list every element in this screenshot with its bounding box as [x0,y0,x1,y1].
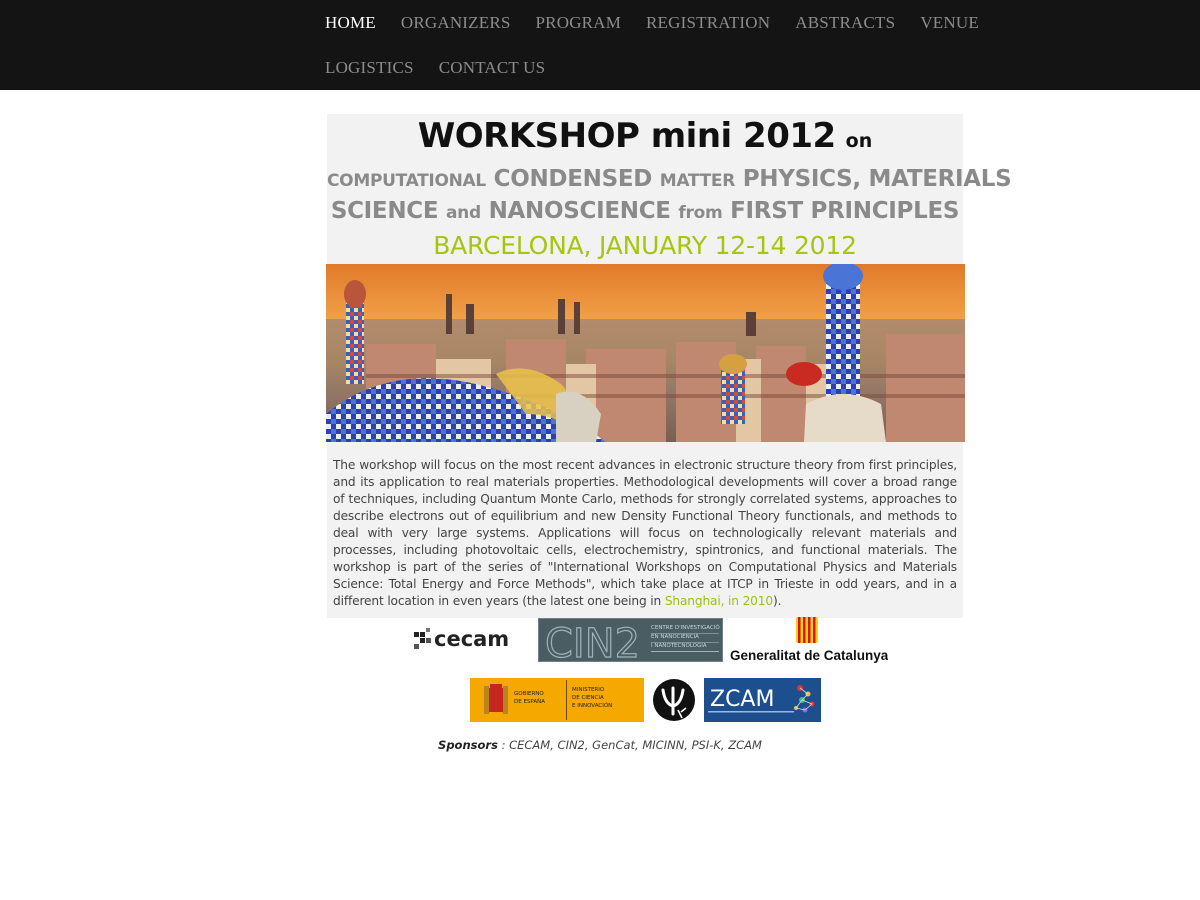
cin2-logo-graphic: CIN2 CENTRE D'INVESTIGACIÓ EN NANOCIÈNCI… [544,620,720,667]
banner-word-science: SCIENCE [330,198,439,224]
generalitat-logo-graphic: Generalitat de Catalunya [730,617,889,663]
banner-subtitle-line-2: SCIENCE and NANOSCIENCE from FIRST PRINC… [327,198,963,224]
nav-row-2: LOGISTICS CONTACT US [325,45,985,90]
generalitat-logo-text: Generalitat de Catalunya [730,648,888,663]
nav-item-contact-us[interactable]: CONTACT US [439,58,546,78]
nav-item-program[interactable]: PROGRAM [536,13,621,33]
ministerio-ciencia-logo[interactable]: GOBIERNO DE ESPAÑA MINISTERIO DE CIENCIA… [470,678,644,722]
molecule-icon [794,685,815,713]
workshop-banner: WORKSHOP mini 2012 on COMPUTATIONAL COND… [327,114,1012,264]
banner-subtitle-line-1: COMPUTATIONAL CONDENSED MATTER PHYSICS, … [327,166,1012,192]
generalitat-logo[interactable]: Generalitat de Catalunya [728,616,889,664]
psi-k-logo-graphic [653,679,695,721]
cecam-logo-text: cecam [434,627,509,651]
shanghai-2010-link[interactable]: Shanghai, in 2010 [665,594,773,608]
barcelona-skyline-image [326,264,965,442]
banner-word-and: and [446,203,481,223]
description-text: The workshop will focus on the most rece… [333,457,957,610]
cecam-logo-graphic: cecam [414,627,509,651]
banner-word-first-principles: FIRST PRINCIPLES [730,198,960,224]
zcam-logo-text: ZCAM [710,687,774,712]
top-nav: HOME ORGANIZERS PROGRAM REGISTRATION ABS… [0,0,1200,90]
banner-word-condensed: CONDENSED [493,166,653,192]
banner-word-from: from [678,203,723,223]
nav-item-abstracts[interactable]: ABSTRACTS [795,13,895,33]
banner-workshop-title: WORKSHOP mini 2012 [417,116,836,156]
cin2-sub-line-3: I NANOTECNOLOGIA [651,643,707,649]
banner-word-nanoscience: NANOSCIENCE [488,198,671,224]
banner-location-date: BARCELONA, JANUARY 12-14 2012 [433,231,857,260]
sponsors-line: Sponsors : CECAM, CIN2, GenCat, MICINN, … [438,738,762,752]
ministerio-line-3: E INNOVACIÓN [572,702,612,709]
banner-word-physics: PHYSICS, MATERIALS [742,166,1012,192]
sponsors-label: Sponsors [438,738,498,752]
cecam-logo[interactable]: cecam [412,624,520,654]
nav-item-venue[interactable]: VENUE [920,13,979,33]
description-tail: ). [772,594,782,608]
zcam-logo-graphic: ZCAM [708,685,815,713]
gobierno-line-1: GOBIERNO [514,691,544,697]
nav-item-logistics[interactable]: LOGISTICS [325,58,414,78]
ministerio-logo-graphic: GOBIERNO DE ESPAÑA MINISTERIO DE CIENCIA… [484,680,612,720]
description-body: The workshop will focus on the most rece… [333,458,957,608]
sponsors-list: CECAM, CIN2, GenCat, MICINN, PSI-K, ZCAM [509,738,762,752]
banner-word-computational: COMPUTATIONAL [327,171,486,191]
nav-row-1: HOME ORGANIZERS PROGRAM REGISTRATION ABS… [325,0,985,45]
banner-title: WORKSHOP mini 2012 on [327,114,963,162]
ministerio-line-1: MINISTERIO [572,687,605,693]
nav-item-home[interactable]: HOME [325,13,376,33]
nav-item-organizers[interactable]: ORGANIZERS [401,13,511,33]
cin2-sub-line-1: CENTRE D'INVESTIGACIÓ [651,624,720,631]
nav-menu: HOME ORGANIZERS PROGRAM REGISTRATION ABS… [325,0,985,90]
spain-coat-of-arms-icon [484,684,508,714]
workshop-description: The workshop will focus on the most rece… [327,442,963,618]
barcelona-photo [326,264,965,442]
nav-item-registration[interactable]: REGISTRATION [646,13,770,33]
psi-k-logo[interactable] [651,678,697,722]
banner-on: on [845,130,873,152]
ministerio-line-2: DE CIENCIA [572,695,604,701]
zcam-logo[interactable]: ZCAM [704,678,821,722]
gobierno-line-2: DE ESPAÑA [514,698,545,705]
cin2-logo[interactable]: CIN2 CENTRE D'INVESTIGACIÓ EN NANOCIÈNCI… [538,618,723,668]
banner-word-matter: MATTER [659,171,736,191]
cin2-logo-text: CIN2 [545,621,640,663]
